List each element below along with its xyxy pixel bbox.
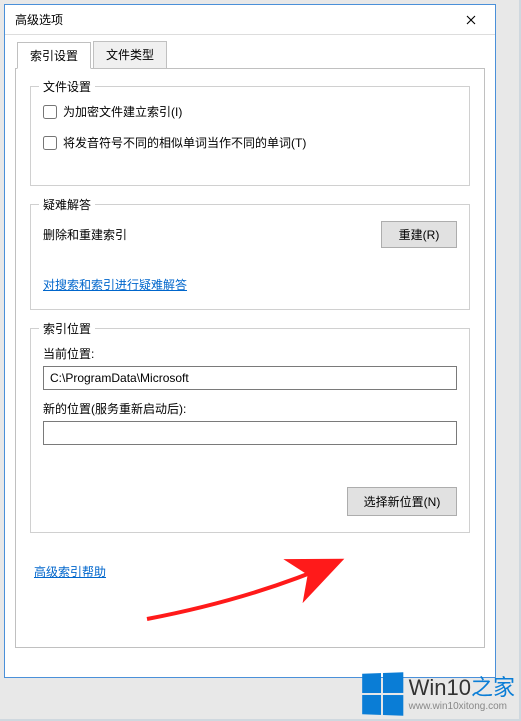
watermark-text: Win10之家 www.win10xitong.com [409, 676, 515, 711]
file-settings-title: 文件设置 [39, 78, 95, 95]
advanced-help-link[interactable]: 高级索引帮助 [34, 565, 106, 579]
diacritics-checkbox[interactable] [43, 136, 57, 150]
watermark-suffix: 之家 [471, 675, 515, 700]
window-title: 高级选项 [15, 11, 63, 28]
footer-help-row: 高级索引帮助 [30, 551, 470, 580]
location-actions: 选择新位置(N) [43, 487, 457, 516]
encrypt-checkbox-row[interactable]: 为加密文件建立索引(I) [43, 103, 457, 120]
rebuild-label: 删除和重建索引 [43, 226, 127, 243]
troubleshoot-title: 疑难解答 [39, 196, 95, 213]
watermark-prefix: Win10 [409, 675, 471, 700]
windows-logo-icon [362, 672, 403, 716]
window-body: 索引设置 文件类型 文件设置 为加密文件建立索引(I) 将发音符号不同的相似单词… [5, 35, 495, 677]
watermark: Win10之家 www.win10xitong.com [361, 673, 515, 715]
rebuild-row: 删除和重建索引 重建(R) [43, 221, 457, 248]
encrypt-checkbox[interactable] [43, 105, 57, 119]
index-location-title: 索引位置 [39, 320, 95, 337]
new-location-label: 新的位置(服务重新启动后): [43, 400, 457, 417]
current-location-label: 当前位置: [43, 345, 457, 362]
watermark-url: www.win10xitong.com [409, 701, 515, 712]
tab-content: 文件设置 为加密文件建立索引(I) 将发音符号不同的相似单词当作不同的单词(T)… [15, 68, 485, 648]
choose-new-location-button[interactable]: 选择新位置(N) [347, 487, 457, 516]
tab-index-settings[interactable]: 索引设置 [17, 42, 91, 69]
rebuild-button[interactable]: 重建(R) [381, 221, 457, 248]
troubleshoot-group: 疑难解答 删除和重建索引 重建(R) 对搜索和索引进行疑难解答 [30, 204, 470, 310]
current-location-field[interactable] [43, 366, 457, 390]
tab-file-types[interactable]: 文件类型 [93, 41, 167, 68]
diacritics-checkbox-row[interactable]: 将发音符号不同的相似单词当作不同的单词(T) [43, 134, 457, 151]
tab-bar: 索引设置 文件类型 [15, 41, 485, 69]
new-location-field[interactable] [43, 421, 457, 445]
close-button[interactable] [455, 8, 487, 32]
titlebar: 高级选项 [5, 5, 495, 35]
file-settings-group: 文件设置 为加密文件建立索引(I) 将发音符号不同的相似单词当作不同的单词(T) [30, 86, 470, 186]
advanced-options-window: 高级选项 索引设置 文件类型 文件设置 为加密文件建立索引(I) 将发音符号不同 [4, 4, 496, 678]
index-location-group: 索引位置 当前位置: 新的位置(服务重新启动后): 选择新位置(N) [30, 328, 470, 533]
troubleshoot-link[interactable]: 对搜索和索引进行疑难解答 [43, 278, 187, 292]
close-icon [466, 12, 476, 28]
encrypt-label: 为加密文件建立索引(I) [63, 103, 182, 120]
diacritics-label: 将发音符号不同的相似单词当作不同的单词(T) [63, 134, 306, 151]
